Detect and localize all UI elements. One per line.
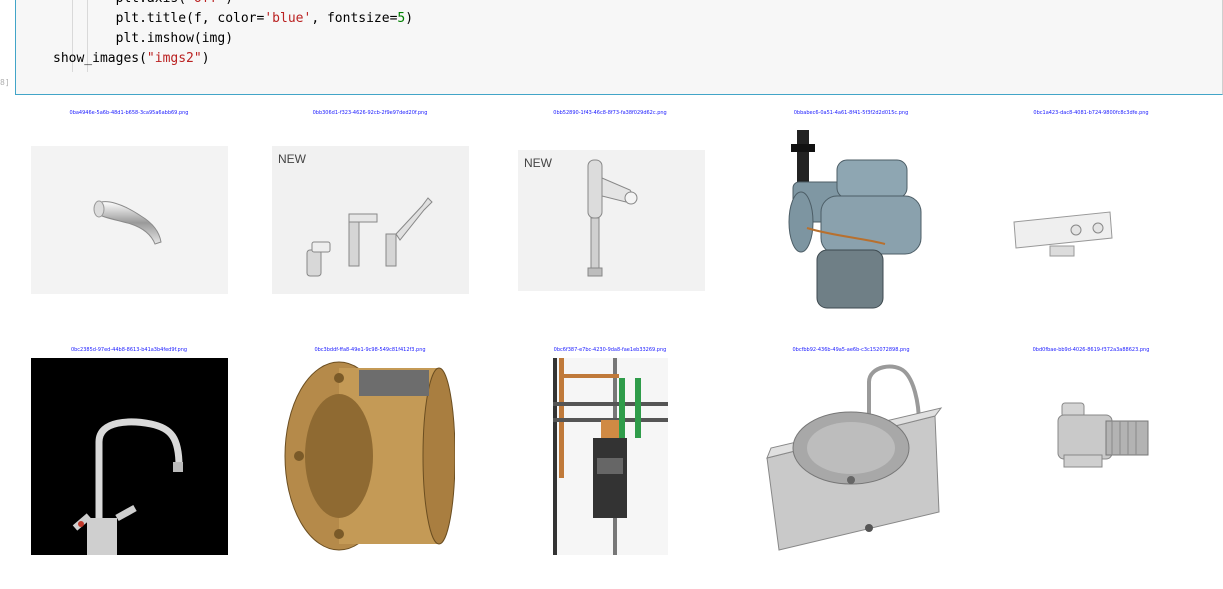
flush-valve-image: NEW <box>518 150 705 291</box>
valve-icon <box>788 130 922 309</box>
code-token: ) <box>225 0 233 6</box>
image-title: 0ba4946e-5a6b-48d1-b658-3ca95a6abb69.png <box>69 110 189 116</box>
code-editor[interactable]: plt.axis('off') plt.title(f, color='blue… <box>53 0 413 69</box>
image-title: 0bc3bddf-ffa8-49e1-9c98-549c81f412f3.png <box>314 347 426 353</box>
code-cell[interactable]: plt.axis('off') plt.title(f, color='blue… <box>15 0 1223 95</box>
pipe-icon <box>553 358 668 555</box>
image-title: 0bd0fbae-bb9d-4026-8619-f372a3a88623.png <box>1032 347 1150 353</box>
code-token: plt.axis( <box>116 0 186 6</box>
code-line: plt.imshow(img) <box>53 29 413 49</box>
code-token: plt.title(f, color= <box>115 11 265 26</box>
image-title: 0bb306d1-f323-4626-92cb-2f9e97ded20f.png <box>312 110 428 116</box>
water-meter-image <box>283 358 455 554</box>
code-token: 'blue' <box>264 11 312 26</box>
radiator-valve-icon <box>1057 402 1149 468</box>
meter-icon <box>284 361 455 551</box>
new-badge: NEW <box>278 152 306 166</box>
image-title: 0bc1a423-dac8-4081-b724-9800fc8c3dfe.png <box>1033 110 1149 116</box>
flush-valve-icon <box>587 159 638 277</box>
image-title: 0bcfbb92-436b-49a5-ae6b-c3c152072898.png <box>792 347 910 353</box>
image-title: 0bc6f387-e7bc-4230-9da8-fae1eb33269.png <box>553 347 667 353</box>
image-title: 0bb52890-1f43-46c8-8f73-fa38f029d62c.png <box>553 110 667 116</box>
cell-prompt: 8] <box>0 78 10 87</box>
bath-faucet-image: NEW <box>272 146 469 294</box>
mixer-tap-image <box>31 358 228 555</box>
bath-faucet-icon <box>306 197 433 277</box>
code-token: "imgs2" <box>146 51 202 66</box>
code-token: plt.imshow(img) <box>115 31 234 46</box>
code-token: ) <box>201 51 210 66</box>
mixer-icon <box>1013 211 1113 257</box>
faucet-icon <box>93 200 162 245</box>
code-token: , fontsize= <box>311 11 398 26</box>
wash-basin-image <box>755 360 945 552</box>
control-valve-image <box>777 126 927 314</box>
radiator-valve-image <box>1050 397 1152 471</box>
pipe-assembly-image <box>553 358 668 555</box>
code-token: 'off' <box>186 0 225 6</box>
spout-faucet-image <box>31 146 228 294</box>
code-token: ) <box>405 11 414 26</box>
new-badge: NEW <box>524 156 552 170</box>
code-line: plt.title(f, color='blue', fontsize=5) <box>53 9 413 29</box>
code-line: show_images("imgs2") <box>53 49 413 69</box>
tap-icon <box>72 418 183 555</box>
image-title: 0bc2385d-97ed-44b8-8613-b41a3b4fed9f.png <box>70 347 188 353</box>
code-line: plt.axis('off') <box>53 0 413 9</box>
thermostatic-mixer-image <box>1010 208 1116 262</box>
basin-icon <box>766 364 943 551</box>
image-title: 0bbabec6-0a51-4a61-8f41-5f3f2d2d015c.png <box>793 110 909 116</box>
code-token: show_images( <box>53 51 147 66</box>
